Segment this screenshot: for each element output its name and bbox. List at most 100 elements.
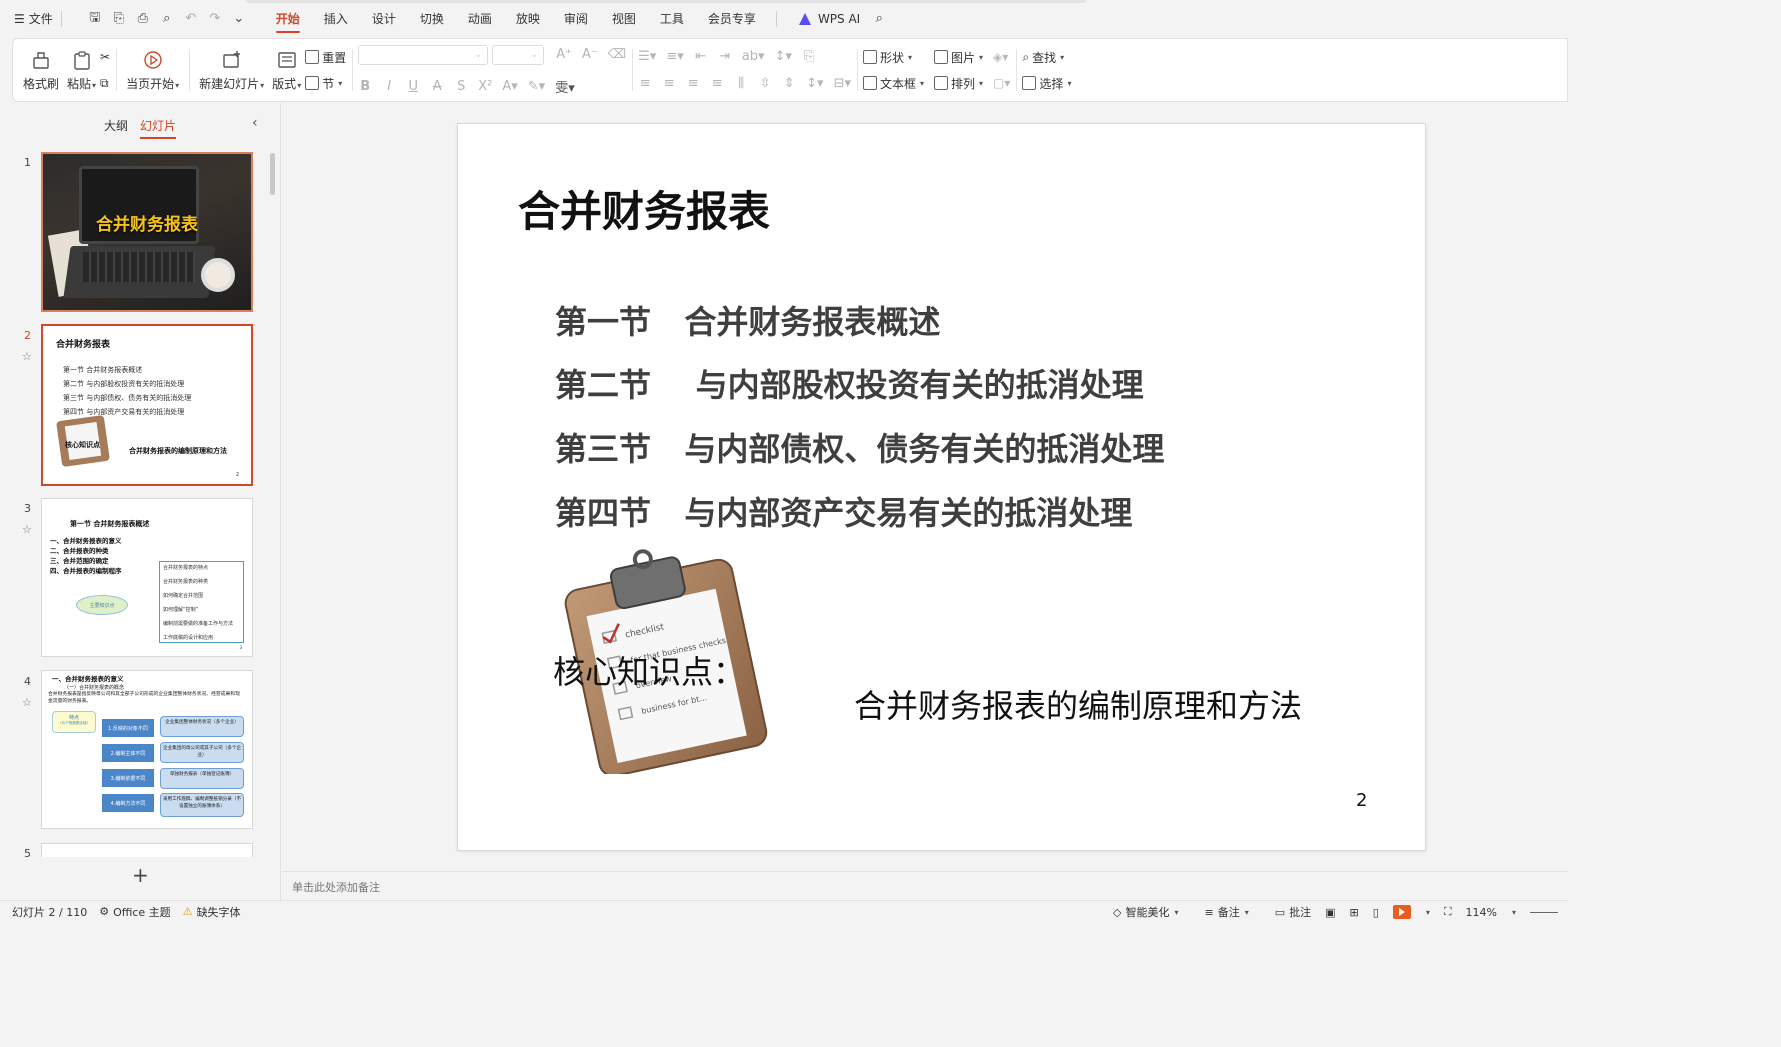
cut-button[interactable]: ✂: [100, 48, 110, 66]
outdent-icon[interactable]: ⇤: [694, 49, 708, 64]
method-text[interactable]: 合并财务报表的编制原理和方法: [854, 681, 1302, 727]
font-color-icon[interactable]: A▾: [502, 79, 517, 94]
outline-button[interactable]: ▢▾: [993, 74, 1010, 92]
print-preview-icon[interactable]: ⌕: [156, 8, 178, 30]
paragraph-spacing-icon[interactable]: ↕▾: [806, 76, 823, 91]
theme-button[interactable]: ⚙ Office 主题: [99, 904, 170, 920]
chevron-down-icon[interactable]: ▾: [1426, 908, 1430, 917]
eraser-icon[interactable]: ⌫: [608, 47, 626, 62]
tab-tools[interactable]: 工具: [648, 0, 696, 37]
slide-item[interactable]: 第二节 与内部股权投资有关的抵消处理: [555, 360, 1144, 406]
star-icon[interactable]: ☆: [22, 523, 32, 536]
save-icon[interactable]: 🖫: [84, 8, 106, 30]
numbered-list-icon[interactable]: ≡▾: [666, 49, 683, 64]
missing-font-button[interactable]: ⚠ 缺失字体: [183, 904, 241, 920]
arrange-button[interactable]: 排列 ▾: [934, 74, 983, 92]
reset-button[interactable]: 重置: [305, 48, 346, 66]
font-size-select[interactable]: ⌄: [492, 44, 545, 65]
increase-font-icon[interactable]: A⁺: [556, 47, 572, 62]
normal-view-icon[interactable]: ▣: [1325, 906, 1335, 919]
tab-member[interactable]: 会员专享: [696, 0, 768, 37]
file-menu[interactable]: ☰ 文件: [14, 7, 53, 31]
tab-slideshow[interactable]: 放映: [504, 0, 552, 37]
collapse-panel-icon[interactable]: ‹: [252, 115, 258, 131]
tab-start[interactable]: 开始: [264, 0, 312, 37]
tab-transition[interactable]: 切换: [408, 0, 456, 37]
indent-icon[interactable]: ⇥: [718, 49, 732, 64]
copy-button[interactable]: ⧉: [100, 74, 110, 92]
shadow-icon[interactable]: S: [454, 79, 468, 94]
align-left-icon[interactable]: ≡: [638, 76, 652, 91]
zoom-slider[interactable]: [1530, 911, 1558, 913]
phonetic-icon[interactable]: 雯▾: [555, 77, 575, 96]
decrease-font-icon[interactable]: A⁻: [582, 47, 598, 62]
smart-beautify-button[interactable]: ◇ 智能美化 ▾: [1113, 904, 1178, 920]
text-box-align-icon[interactable]: ⊟▾: [834, 76, 851, 91]
bullet-list-icon[interactable]: ☰▾: [638, 49, 656, 64]
align-center-icon[interactable]: ≡: [662, 76, 676, 91]
slide-thumbnail-1[interactable]: 合并财务报表: [41, 152, 253, 312]
new-slide-button[interactable]: 新建幻灯片▾: [195, 40, 268, 100]
strikethrough-icon[interactable]: A: [430, 79, 444, 94]
search-icon[interactable]: ⌕: [868, 8, 890, 30]
fill-button[interactable]: ◈▾: [993, 48, 1010, 66]
slide-thumbnail-2[interactable]: 合并财务报表 第一节 合并财务报表概述 第二节 与内部股权投资有关的抵消处理 第…: [41, 324, 253, 486]
tab-insert[interactable]: 插入: [312, 0, 360, 37]
core-knowledge-label[interactable]: 核心知识点：: [553, 647, 745, 693]
comments-button[interactable]: ▭ 批注: [1275, 904, 1311, 920]
slide-thumbnail-5[interactable]: [41, 843, 253, 857]
slide-item[interactable]: 第一节 合并财务报表概述: [555, 297, 940, 343]
chevron-down-icon[interactable]: ▾: [1512, 908, 1516, 917]
line-spacing-icon[interactable]: ⇕: [782, 76, 796, 91]
tab-review[interactable]: 审阅: [552, 0, 600, 37]
chevron-down-icon[interactable]: ⌄: [228, 8, 250, 30]
from-current-button[interactable]: 当页开始▾: [122, 40, 183, 100]
star-icon[interactable]: ☆: [22, 696, 32, 709]
export-icon[interactable]: ⎘: [108, 8, 130, 30]
layout-button[interactable]: 版式▾: [268, 40, 305, 100]
tab-animation[interactable]: 动画: [456, 0, 504, 37]
superscript-icon[interactable]: X²: [478, 79, 492, 94]
tab-design[interactable]: 设计: [360, 0, 408, 37]
play-slideshow-icon[interactable]: [1392, 905, 1411, 919]
slide-thumbnail-4[interactable]: 一、合并财务报表的意义 （一）合并财务报表的概念 合并财务报表是指反映母公司和其…: [41, 670, 253, 829]
columns-icon[interactable]: ⇳: [758, 76, 772, 91]
underline-icon[interactable]: U: [406, 79, 420, 94]
sort-icon[interactable]: ↕▾: [775, 49, 792, 64]
format-painter-button[interactable]: 格式刷: [19, 40, 63, 100]
tab-slides[interactable]: 幻灯片: [140, 117, 177, 139]
shape-button[interactable]: 形状 ▾: [862, 48, 924, 66]
tab-view[interactable]: 视图: [600, 0, 648, 37]
bold-icon[interactable]: B: [358, 79, 372, 94]
font-family-select[interactable]: ⌄: [358, 44, 489, 65]
slide-thumbnail-3[interactable]: 第一节 合并财务报表概述 一、合并财务报表的意义 二、合并报表的种类 三、合并范…: [41, 498, 253, 657]
wps-ai-button[interactable]: WPS AI: [791, 12, 868, 26]
slide-sorter-icon[interactable]: ⊞: [1350, 906, 1359, 919]
slide-title[interactable]: 合并财务报表: [518, 178, 770, 239]
find-button[interactable]: ⌕ 查找 ▾: [1022, 48, 1071, 66]
highlight-icon[interactable]: ✎▾: [528, 79, 545, 94]
fit-window-icon[interactable]: ⛶: [1444, 905, 1452, 919]
zoom-level[interactable]: 114%: [1466, 906, 1497, 919]
add-slide-icon[interactable]: +: [132, 863, 149, 887]
notes-input[interactable]: 单击此处添加备注: [282, 871, 1568, 900]
tab-outline[interactable]: 大纲: [104, 117, 128, 139]
star-icon[interactable]: ☆: [22, 350, 32, 363]
notes-button[interactable]: ≡ 备注 ▾: [1204, 904, 1248, 920]
select-button[interactable]: 选择 ▾: [1022, 74, 1071, 92]
justify-icon[interactable]: ≡: [710, 76, 724, 91]
section-button[interactable]: 节 ▾: [305, 74, 346, 92]
distribute-icon[interactable]: ⫼: [734, 76, 748, 91]
picture-button[interactable]: 图片 ▾: [934, 48, 983, 66]
textbox-button[interactable]: 文本框 ▾: [862, 74, 924, 92]
reading-view-icon[interactable]: ▯: [1373, 906, 1379, 919]
align-right-icon[interactable]: ≡: [686, 76, 700, 91]
redo-icon[interactable]: ↷: [204, 8, 226, 30]
text-direction-icon[interactable]: ab▾: [742, 49, 765, 64]
print-icon[interactable]: ⎙: [132, 8, 154, 30]
panel-scrollbar[interactable]: [270, 153, 275, 195]
convert-icon[interactable]: ⎘: [802, 49, 816, 64]
slide-item[interactable]: 第三节 与内部债权、债务有关的抵消处理: [555, 424, 1164, 470]
paste-button[interactable]: 粘贴▾: [63, 40, 100, 100]
slide-canvas[interactable]: 合并财务报表 第一节 合并财务报表概述 第二节 与内部股权投资有关的抵消处理 第…: [457, 123, 1426, 851]
